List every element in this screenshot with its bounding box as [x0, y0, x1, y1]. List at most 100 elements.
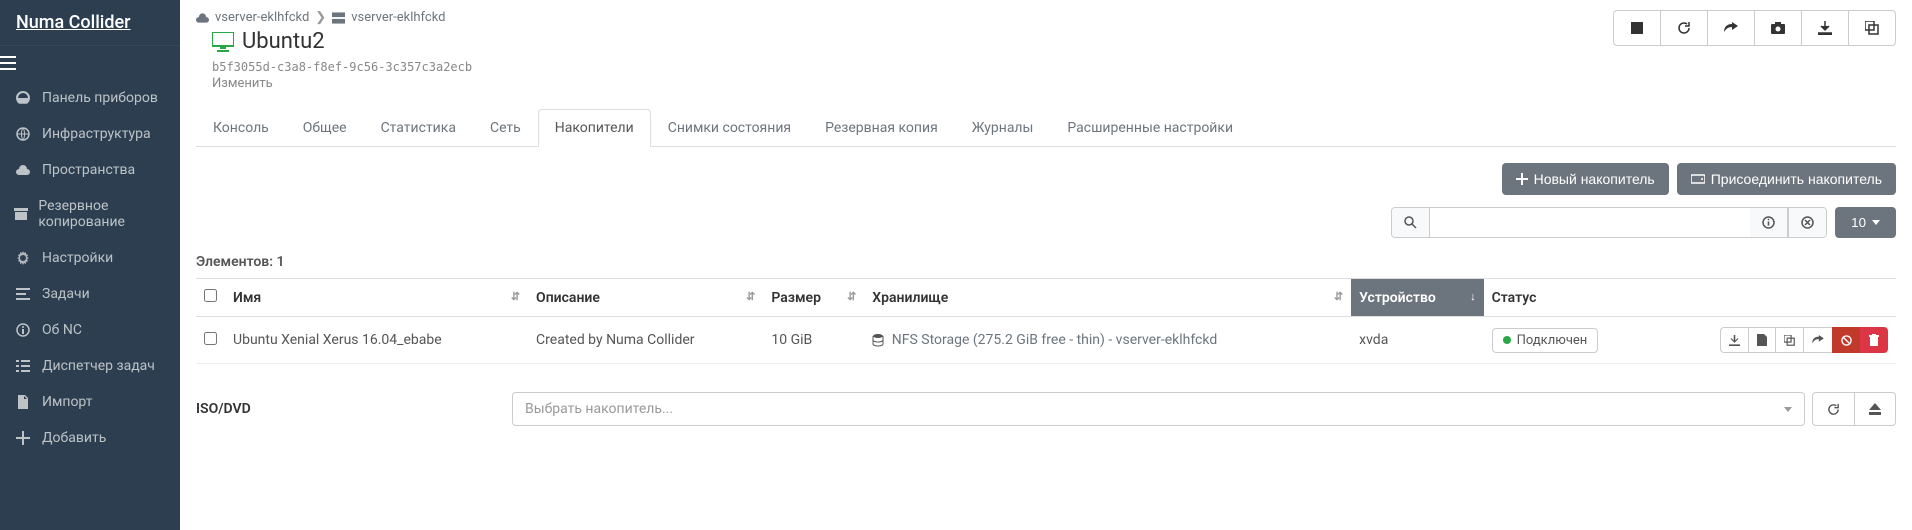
disks-table: Имя⇵ Описание⇵ Размер⇵ Хранилище⇵ Устрой…: [196, 278, 1896, 364]
refresh-icon: [1827, 403, 1840, 416]
cloud-icon: [196, 13, 209, 23]
iso-eject-button[interactable]: [1854, 392, 1896, 426]
download-disk-button[interactable]: [1720, 327, 1749, 353]
sort-icon: ⇵: [1334, 290, 1343, 303]
tab-advanced[interactable]: Расширенные настройки: [1050, 109, 1250, 147]
forbid-disk-button[interactable]: [1832, 327, 1861, 353]
delete-disk-button[interactable]: [1860, 327, 1888, 353]
sidebar-item-label: Об NC: [42, 322, 82, 338]
refresh-button[interactable]: [1660, 10, 1708, 46]
copy-button[interactable]: [1848, 10, 1896, 46]
import-icon: [14, 395, 32, 409]
sidebar-item-add[interactable]: Добавить: [0, 420, 180, 456]
col-status: Статус: [1484, 279, 1650, 317]
tasks-icon: [14, 287, 32, 301]
file-icon: [1757, 334, 1767, 346]
caret-down-icon: [1784, 407, 1792, 412]
copy-disk-button[interactable]: [1775, 327, 1804, 353]
sidebar-item-label: Задачи: [42, 286, 90, 302]
sidebar-toggle[interactable]: [0, 46, 180, 80]
tab-console[interactable]: Консоль: [196, 109, 286, 147]
sort-icon: ⇵: [511, 290, 520, 303]
col-desc[interactable]: Описание⇵: [528, 279, 763, 317]
select-all-checkbox[interactable]: [204, 289, 217, 302]
iso-refresh-button[interactable]: [1812, 392, 1855, 426]
sidebar-item-label: Пространства: [42, 162, 135, 178]
database-icon: [872, 334, 884, 347]
trash-icon: [1869, 334, 1879, 346]
main: vserver-eklhfckd ❯ vserver-eklhfckd Ubun…: [180, 0, 1912, 530]
cell-name[interactable]: Ubuntu Xenial Xerus 16.04_ebabe: [225, 317, 528, 364]
vm-name[interactable]: Ubuntu2: [242, 29, 325, 54]
elements-count: Элементов: 1: [196, 254, 1896, 270]
tab-stats[interactable]: Статистика: [364, 109, 473, 147]
hdd-icon: [1691, 173, 1705, 185]
share-icon: [1724, 22, 1738, 34]
new-disk-button[interactable]: Новый накопитель: [1502, 163, 1669, 195]
status-badge[interactable]: Подключен: [1492, 328, 1599, 353]
cell-size[interactable]: 10 GiB: [763, 317, 864, 364]
sort-icon: ⇵: [847, 290, 856, 303]
sidebar-item-label: Импорт: [42, 394, 92, 410]
col-device[interactable]: Устройство↓: [1351, 279, 1483, 317]
sidebar-item-import[interactable]: Импорт: [0, 384, 180, 420]
iso-label: ISO/DVD: [196, 401, 496, 417]
iso-placeholder: Выбрать накопитель...: [525, 401, 673, 417]
plus-icon: [1516, 173, 1528, 185]
col-size[interactable]: Размер⇵: [763, 279, 864, 317]
sidebar-item-infrastructure[interactable]: Инфраструктура: [0, 116, 180, 152]
edit-link[interactable]: Изменить: [212, 76, 472, 91]
search-input[interactable]: [1430, 208, 1750, 237]
sidebar-item-taskmanager[interactable]: Диспетчер задач: [0, 348, 180, 384]
export-button[interactable]: [1801, 10, 1849, 46]
tabs: Консоль Общее Статистика Сеть Накопители…: [196, 109, 1896, 147]
tab-general[interactable]: Общее: [286, 109, 364, 147]
tab-storage[interactable]: Накопители: [538, 109, 651, 147]
tab-logs[interactable]: Журналы: [955, 109, 1051, 147]
sidebar-item-label: Добавить: [42, 430, 106, 446]
sidebar-item-label: Панель приборов: [42, 90, 158, 106]
clear-button[interactable]: [1788, 208, 1826, 237]
tab-snapshots[interactable]: Снимки состояния: [651, 109, 808, 147]
copy-icon: [1865, 21, 1879, 35]
search-icon: [1404, 216, 1417, 229]
cell-status: Подключен: [1484, 317, 1650, 364]
vm-uuid: b5f3055d-c3a8-f8ef-9c56-3c357c3a2ecb: [212, 60, 472, 74]
sidebar-item-spaces[interactable]: Пространства: [0, 152, 180, 188]
col-name[interactable]: Имя⇵: [225, 279, 528, 317]
sidebar-item-tasks[interactable]: Задачи: [0, 276, 180, 312]
close-circle-icon: [1801, 216, 1814, 229]
info-button[interactable]: [1750, 208, 1788, 237]
stop-button[interactable]: [1613, 10, 1661, 46]
migrate-button[interactable]: [1707, 10, 1755, 46]
migrate-disk-button[interactable]: [1803, 327, 1833, 353]
storage-link[interactable]: NFS Storage (275.2 GiB free - thin) - vs…: [892, 332, 1217, 348]
sort-down-icon: ↓: [1470, 290, 1476, 303]
archive-icon: [14, 207, 28, 221]
breadcrumb-host[interactable]: vserver-eklhfckd: [215, 10, 309, 25]
sidebar: Numa Collider Панель приборов Инфраструк…: [0, 0, 180, 530]
sidebar-item-settings[interactable]: Настройки: [0, 240, 180, 276]
globe-icon: [14, 127, 32, 141]
breadcrumb-vm[interactable]: vserver-eklhfckd: [351, 10, 445, 25]
col-storage[interactable]: Хранилище⇵: [864, 279, 1351, 317]
attach-disk-button[interactable]: Присоединить накопитель: [1677, 163, 1896, 195]
refresh-icon: [1677, 21, 1691, 35]
row-actions: [1657, 327, 1888, 353]
iso-select[interactable]: Выбрать накопитель...: [512, 392, 1805, 426]
row-checkbox[interactable]: [204, 332, 217, 345]
pagesize-select[interactable]: 10: [1835, 207, 1896, 238]
snapshot-button[interactable]: [1754, 10, 1802, 46]
sidebar-item-dashboard[interactable]: Панель приборов: [0, 80, 180, 116]
cell-desc[interactable]: Created by Numa Collider: [528, 317, 763, 364]
search-button[interactable]: [1392, 208, 1430, 237]
cell-device[interactable]: xvda: [1351, 317, 1483, 364]
info-icon: [1762, 216, 1775, 229]
tab-network[interactable]: Сеть: [473, 109, 538, 147]
sidebar-item-backup[interactable]: Резервное копирование: [0, 188, 180, 240]
tab-backup[interactable]: Резервная копия: [808, 109, 955, 147]
brand-title[interactable]: Numa Collider: [0, 0, 180, 46]
breadcrumb: vserver-eklhfckd ❯ vserver-eklhfckd: [196, 10, 488, 25]
sidebar-item-about[interactable]: Об NC: [0, 312, 180, 348]
file-disk-button[interactable]: [1748, 327, 1776, 353]
